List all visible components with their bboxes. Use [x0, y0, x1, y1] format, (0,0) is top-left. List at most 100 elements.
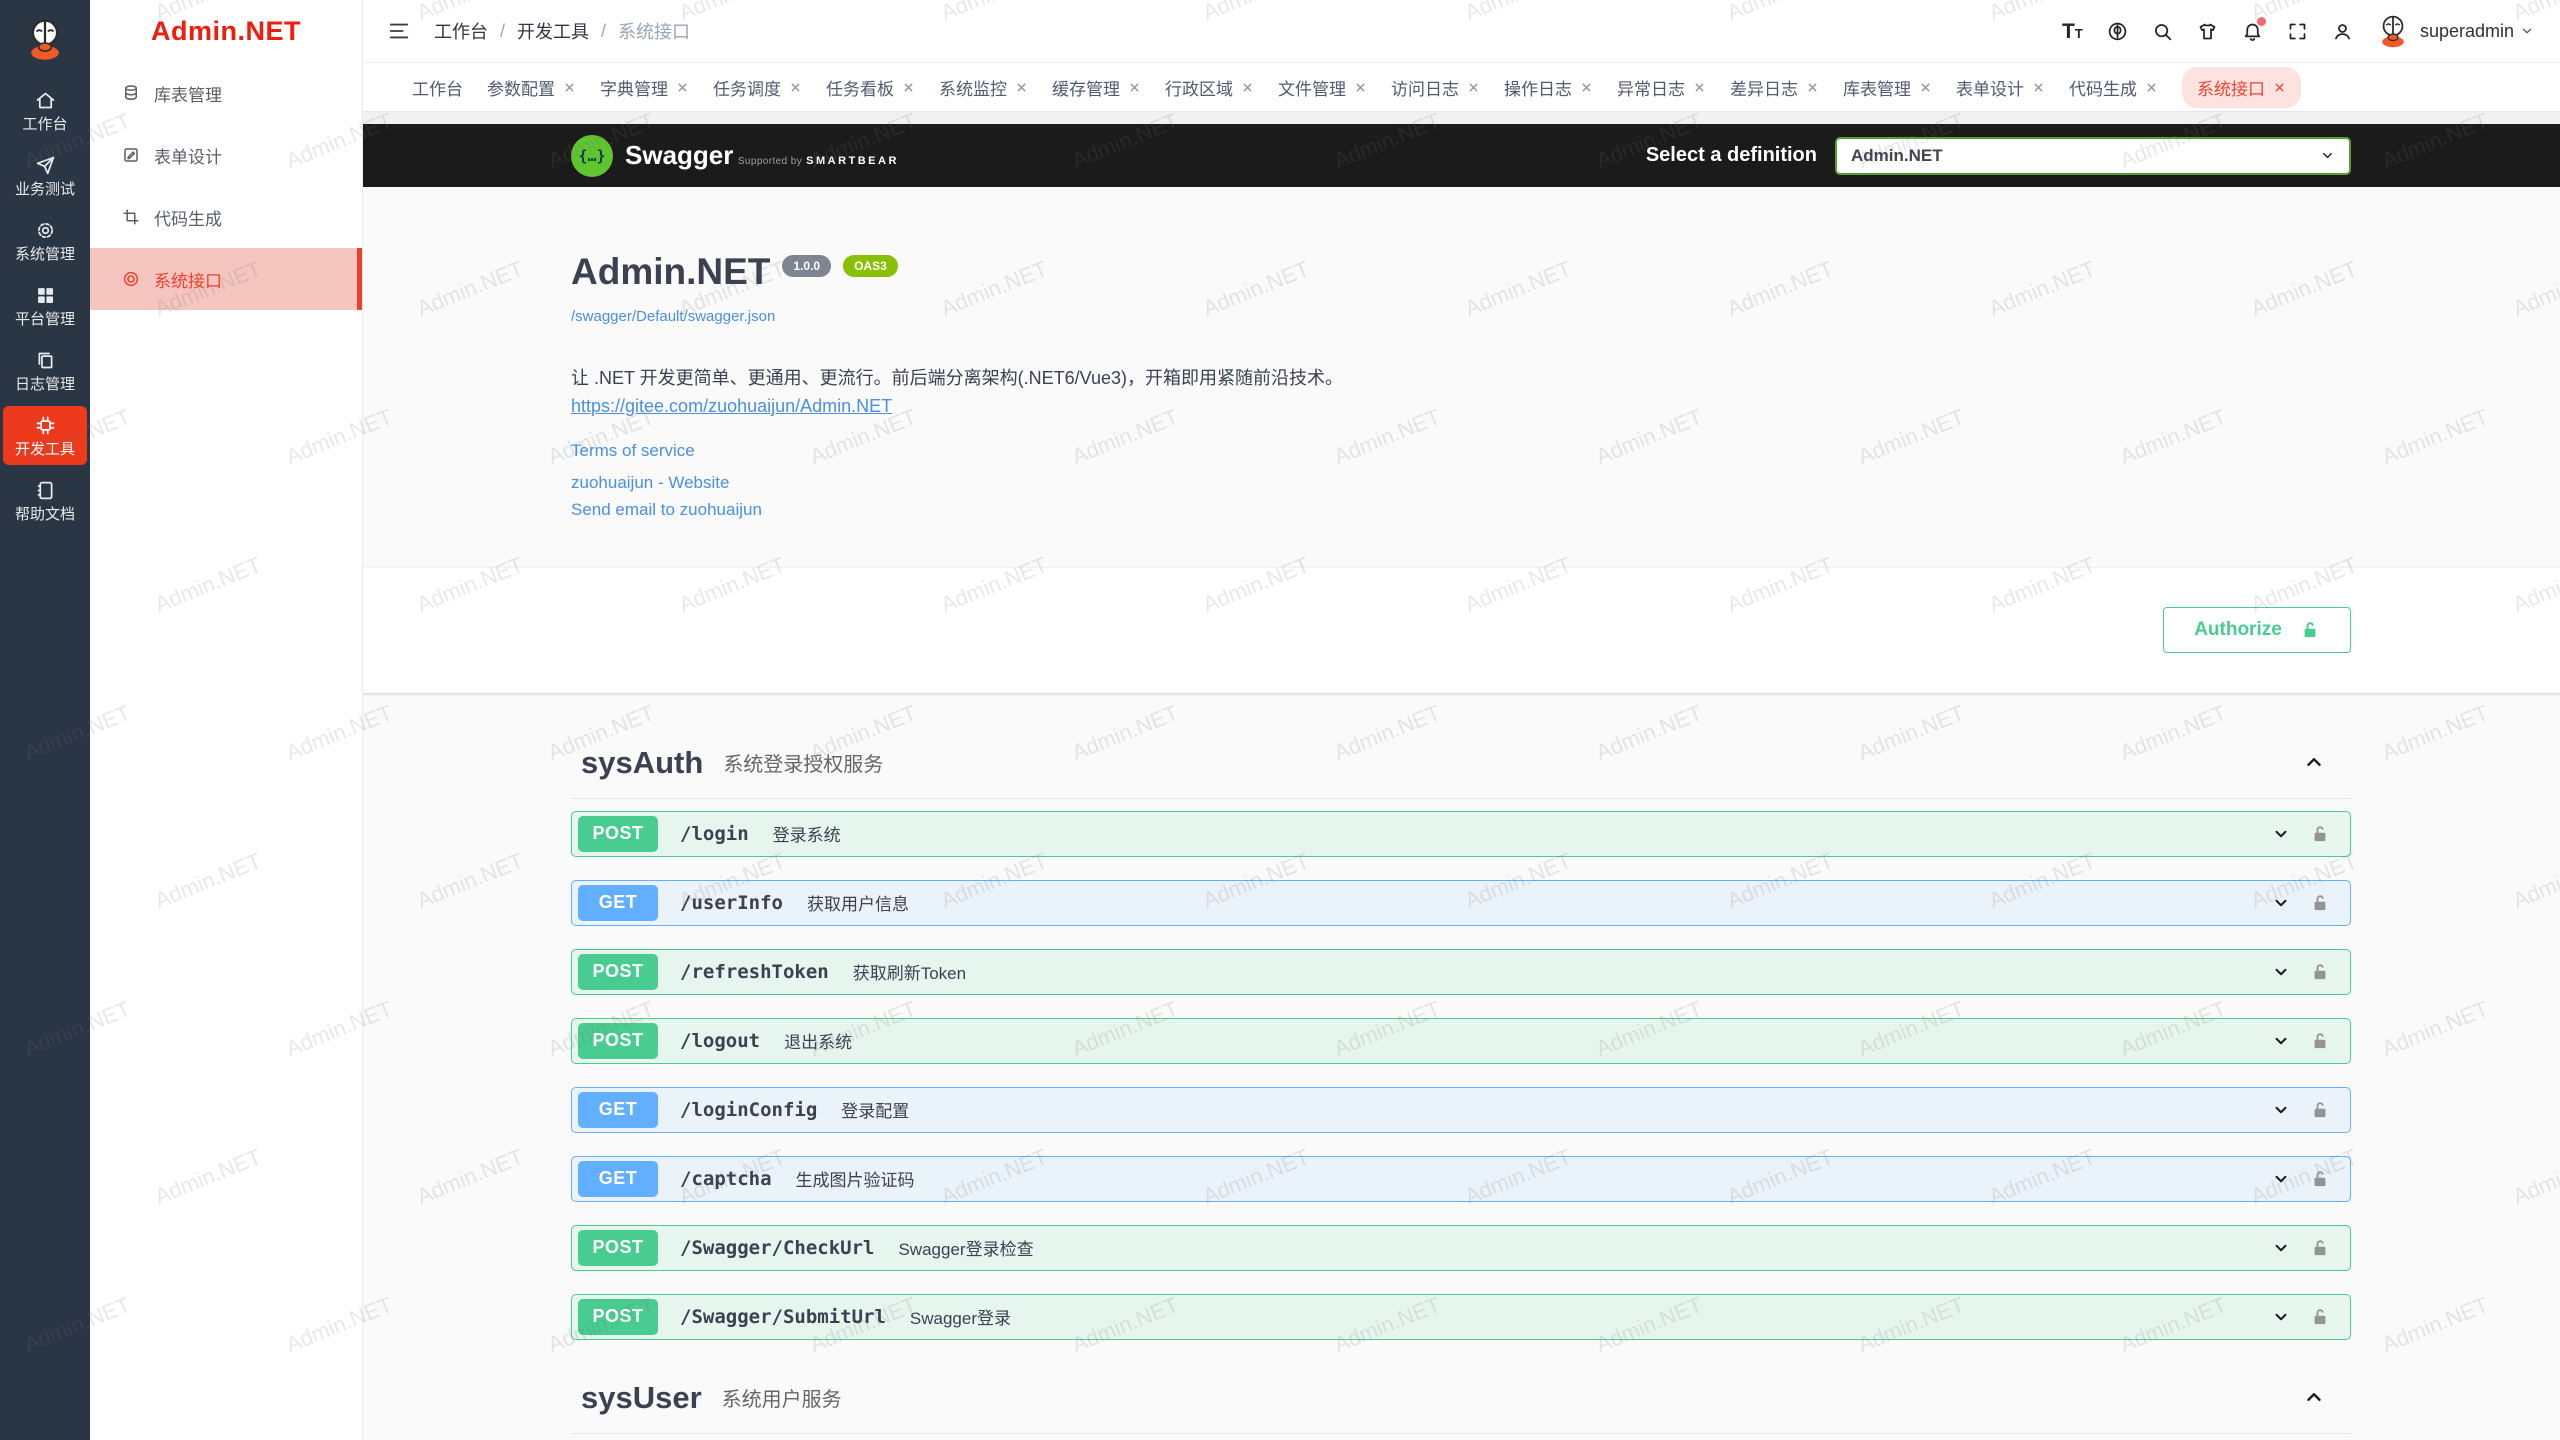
auth-unlock-icon[interactable] [2310, 1169, 2330, 1189]
tab-item[interactable]: 工作台 [412, 75, 463, 100]
tab-item[interactable]: 行政区域 [1165, 75, 1254, 100]
mascot-avatar-icon[interactable] [0, 0, 90, 78]
tab-close-icon[interactable] [676, 81, 689, 94]
tab-item[interactable]: 任务调度 [713, 75, 802, 100]
rail-item-dev-tools[interactable]: 开发工具 [3, 406, 87, 465]
tab-item[interactable]: 系统接口 [2182, 67, 2301, 108]
sidebar-item-code-gen[interactable]: 代码生成 [90, 186, 362, 248]
font-size-icon[interactable]: TT [2050, 11, 2095, 51]
tab-close-icon[interactable] [1241, 81, 1254, 94]
tab-item[interactable]: 参数配置 [487, 75, 576, 100]
tab-close-icon[interactable] [789, 81, 802, 94]
expand-chevron-icon[interactable] [2272, 1032, 2290, 1050]
expand-chevron-icon[interactable] [2272, 1170, 2290, 1188]
auth-unlock-icon[interactable] [2310, 1307, 2330, 1327]
swagger-logo[interactable]: {…} Swagger Supported bySMARTBEAR [571, 135, 899, 177]
language-icon[interactable] [2095, 11, 2140, 51]
rail-item-platform-mgmt[interactable]: 平台管理 [3, 276, 87, 335]
tab-item[interactable]: 表单设计 [1956, 75, 2045, 100]
endpoint-row[interactable]: POST/refreshToken获取刷新Token [571, 949, 2351, 995]
auth-unlock-icon[interactable] [2310, 893, 2330, 913]
main-area: 工作台/开发工具/系统接口 TT superadmin [362, 0, 2560, 1440]
terms-of-service-link[interactable]: Terms of service [571, 441, 695, 461]
breadcrumb-item[interactable]: 开发工具 [517, 18, 589, 44]
tab-close-icon[interactable] [1693, 81, 1706, 94]
user-menu[interactable]: superadmin [2375, 13, 2534, 49]
bell-icon[interactable] [2230, 11, 2275, 51]
secondary-sidebar: Admin.NET 库表管理表单设计代码生成系统接口 [90, 0, 363, 1440]
expand-chevron-icon[interactable] [2272, 1308, 2290, 1326]
chevron-up-icon[interactable] [2303, 1386, 2325, 1408]
tab-close-icon[interactable] [1580, 81, 1593, 94]
rail-item-workbench[interactable]: 工作台 [3, 81, 87, 140]
rail-item-label: 工作台 [22, 117, 67, 132]
tab-close-icon[interactable] [2145, 81, 2158, 94]
tab-close-icon[interactable] [563, 81, 576, 94]
tab-item[interactable]: 缓存管理 [1052, 75, 1141, 100]
tab-close-icon[interactable] [2273, 81, 2286, 94]
sidebar-item-system-api[interactable]: 系统接口 [90, 248, 362, 310]
tab-item[interactable]: 字典管理 [600, 75, 689, 100]
rail-item-system-mgmt[interactable]: 系统管理 [3, 211, 87, 270]
tab-item[interactable]: 访问日志 [1391, 75, 1480, 100]
rail-item-log-mgmt[interactable]: 日志管理 [3, 341, 87, 400]
theme-icon[interactable] [2185, 11, 2230, 51]
endpoint-row[interactable]: POST/login登录系统 [571, 811, 2351, 857]
tab-label: 参数配置 [487, 75, 555, 100]
expand-chevron-icon[interactable] [2272, 963, 2290, 981]
menu-collapse-icon[interactable] [388, 20, 410, 42]
tab-close-icon[interactable] [1354, 81, 1367, 94]
endpoint-row[interactable]: GET/userInfo获取用户信息 [571, 880, 2351, 926]
section-header-sysAuth[interactable]: sysAuth系统登录授权服务 [571, 733, 2351, 799]
expand-chevron-icon[interactable] [2272, 825, 2290, 843]
tab-item[interactable]: 差异日志 [1730, 75, 1819, 100]
tab-item[interactable]: 任务看板 [826, 75, 915, 100]
endpoint-row[interactable]: GET/loginConfig登录配置 [571, 1087, 2351, 1133]
expand-chevron-icon[interactable] [2272, 894, 2290, 912]
fullscreen-icon[interactable] [2275, 11, 2320, 51]
gitee-link[interactable]: https://gitee.com/zuohuaijun/Admin.NET [571, 396, 892, 417]
api-section-sysAuth: sysAuth系统登录授权服务 POST/login登录系统 GET/userInf… [571, 733, 2351, 1340]
expand-chevron-icon[interactable] [2272, 1239, 2290, 1257]
endpoint-row[interactable]: POST/Swagger/SubmitUrlSwagger登录 [571, 1294, 2351, 1340]
rail-item-business-test[interactable]: 业务测试 [3, 146, 87, 205]
endpoint-row[interactable]: GET/captcha生成图片验证码 [571, 1156, 2351, 1202]
tab-close-icon[interactable] [1467, 81, 1480, 94]
endpoint-row[interactable]: POST/logout退出系统 [571, 1018, 2351, 1064]
authorize-button[interactable]: Authorize [2163, 607, 2351, 653]
tab-close-icon[interactable] [1015, 81, 1028, 94]
auth-unlock-icon[interactable] [2310, 1100, 2330, 1120]
contact-email-link[interactable]: Send email to zuohuaijun [571, 500, 762, 520]
header-actions: TT [2050, 11, 2365, 51]
tab-label: 系统接口 [2197, 75, 2265, 100]
definition-select[interactable]: Admin.NET [1835, 137, 2351, 175]
tab-close-icon[interactable] [902, 81, 915, 94]
tab-item[interactable]: 代码生成 [2069, 75, 2158, 100]
auth-unlock-icon[interactable] [2310, 962, 2330, 982]
tab-item[interactable]: 异常日志 [1617, 75, 1706, 100]
sidebar-item-form-design[interactable]: 表单设计 [90, 124, 362, 186]
spec-url-link[interactable]: /swagger/Default/swagger.json [571, 308, 775, 325]
chevron-up-icon[interactable] [2303, 751, 2325, 773]
tab-close-icon[interactable] [1128, 81, 1141, 94]
tab-item[interactable]: 操作日志 [1504, 75, 1593, 100]
expand-chevron-icon[interactable] [2272, 1101, 2290, 1119]
rail-item-help-docs[interactable]: 帮助文档 [3, 471, 87, 530]
auth-unlock-icon[interactable] [2310, 1031, 2330, 1051]
user-icon[interactable] [2320, 11, 2365, 51]
tab-item[interactable]: 系统监控 [939, 75, 1028, 100]
endpoint-row[interactable]: POST/Swagger/CheckUrlSwagger登录检查 [571, 1225, 2351, 1271]
tab-item[interactable]: 文件管理 [1278, 75, 1367, 100]
tab-label: 行政区域 [1165, 75, 1233, 100]
contact-website-link[interactable]: zuohuaijun - Website [571, 473, 729, 493]
tab-close-icon[interactable] [1806, 81, 1819, 94]
auth-unlock-icon[interactable] [2310, 1238, 2330, 1258]
section-header-sysUser[interactable]: sysUser系统用户服务 [571, 1368, 2351, 1434]
tab-close-icon[interactable] [1919, 81, 1932, 94]
tab-close-icon[interactable] [2032, 81, 2045, 94]
tab-item[interactable]: 库表管理 [1843, 75, 1932, 100]
breadcrumb-item[interactable]: 工作台 [434, 18, 488, 44]
auth-unlock-icon[interactable] [2310, 824, 2330, 844]
sidebar-item-table-mgmt[interactable]: 库表管理 [90, 62, 362, 124]
search-icon[interactable] [2140, 11, 2185, 51]
